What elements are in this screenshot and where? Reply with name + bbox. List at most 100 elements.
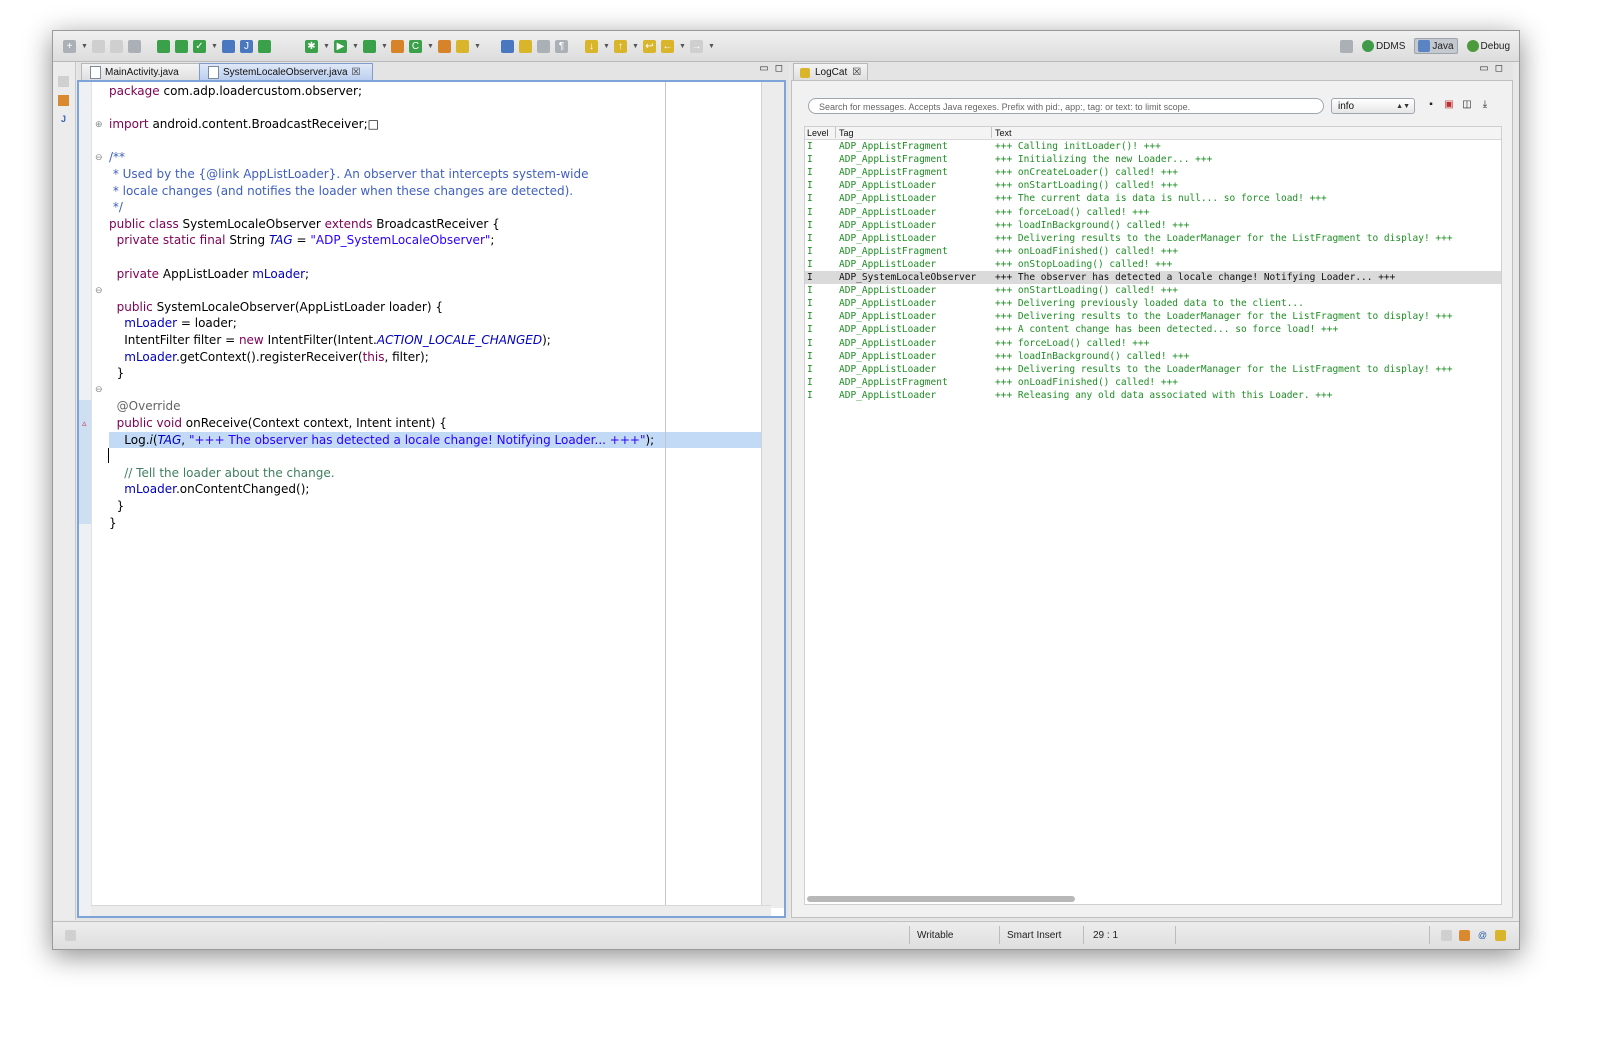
clear-log-icon[interactable]: ▣ (1443, 99, 1455, 111)
package-explorer-icon[interactable] (58, 95, 69, 106)
chevron-down-icon[interactable]: ▼ (81, 40, 88, 53)
chevron-down-icon[interactable]: ▼ (323, 40, 330, 53)
maximize-icon[interactable]: ◻ (775, 63, 783, 74)
code-line[interactable]: } (109, 365, 125, 381)
code-editor[interactable]: ⊕ ⊖ ⊖ ⊖ ▵ package com.adp.loadercustom.o… (77, 80, 786, 918)
fast-view-icon[interactable] (65, 930, 76, 941)
close-icon[interactable]: ☒ (352, 67, 361, 78)
log-row[interactable]: I ADP_SystemLocaleObserver +++ The observe… (805, 271, 1501, 284)
tab-systemlocaleobserver[interactable]: SystemLocaleObserver.java ☒ (199, 63, 373, 81)
column-text[interactable]: Text (995, 127, 1012, 139)
javadoc-icon[interactable]: @ (1477, 930, 1488, 941)
log-row[interactable]: I ADP_AppListLoader +++ Delivering previou… (805, 297, 1501, 310)
block-selection-icon[interactable] (537, 39, 550, 53)
code-line[interactable]: mLoader = loader; (109, 315, 237, 331)
lint-check-icon[interactable] (258, 39, 271, 53)
junit-icon[interactable]: J (58, 114, 69, 125)
horizontal-scrollbar[interactable] (91, 905, 771, 916)
code-line[interactable]: public class SystemLocaleObserver extend… (109, 216, 500, 232)
maximize-icon[interactable]: ◻ (1495, 63, 1503, 74)
code-line[interactable]: * Used by the {@link AppListLoader}. An … (109, 166, 589, 182)
log-row[interactable]: I ADP_AppListLoader +++ loadInBackground()… (805, 350, 1501, 363)
code-line[interactable]: IntentFilter filter = new IntentFilter(I… (109, 332, 551, 348)
log-row[interactable]: I ADP_AppListLoader +++ Releasing any old … (805, 389, 1501, 402)
debug-icon[interactable]: ✱ (305, 39, 318, 53)
logcat-search-input[interactable]: Search for messages. Accepts Java regexe… (808, 98, 1324, 114)
previous-annotation-icon[interactable]: ↑ (614, 39, 627, 53)
column-tag[interactable]: Tag (839, 127, 854, 139)
vertical-scrollbar[interactable] (761, 82, 784, 908)
code-line[interactable]: public SystemLocaleObserver(AppListLoade… (109, 299, 443, 315)
checkbox-task-icon[interactable]: ✓ (193, 39, 206, 53)
show-whitespace-icon[interactable]: ¶ (555, 39, 568, 53)
chevron-down-icon[interactable]: ▼ (632, 40, 639, 53)
log-row[interactable]: I ADP_AppListLoader +++ Delivering results… (805, 232, 1501, 245)
log-row[interactable]: I ADP_AppListLoader +++ loadInBackground()… (805, 219, 1501, 232)
code-line[interactable]: package com.adp.loadercustom.observer; (109, 83, 362, 99)
back-arrow-icon[interactable]: ← (661, 39, 674, 53)
tab-mainactivity[interactable]: MainActivity.java (81, 63, 203, 81)
code-line[interactable]: * locale changes (and notifies the loade… (109, 183, 573, 199)
pin-icon[interactable] (501, 39, 514, 53)
expand-icon[interactable]: ⊕ (95, 119, 103, 130)
log-row[interactable]: I ADP_AppListFragment +++ onLoadFinished()… (805, 376, 1501, 389)
android-avd-manager-icon[interactable] (175, 39, 188, 53)
mark-occurrences-icon[interactable] (519, 39, 532, 53)
last-edit-location-icon[interactable]: ↩ (643, 39, 656, 53)
tab-logcat[interactable]: LogCat ☒ (793, 63, 869, 81)
restore-icon[interactable] (1441, 930, 1452, 941)
collapse-icon[interactable]: ⊖ (95, 384, 103, 395)
chevron-down-icon[interactable]: ▼ (603, 40, 610, 53)
code-line[interactable]: private AppListLoader mLoader; (109, 266, 309, 282)
log-level-select[interactable]: info ▲▼ (1331, 98, 1415, 114)
perspective-debug[interactable]: Debug (1464, 39, 1513, 53)
next-annotation-icon[interactable]: ↓ (585, 39, 598, 53)
code-line[interactable]: /** (109, 149, 125, 165)
code-line[interactable]: */ (109, 199, 123, 215)
minimize-icon[interactable]: ▭ (759, 63, 768, 74)
print-icon[interactable] (128, 39, 141, 53)
open-type-icon[interactable] (438, 39, 451, 53)
new-java-project-icon[interactable] (222, 39, 235, 53)
new-package-icon[interactable] (391, 39, 404, 53)
code-line[interactable]: @Override (109, 398, 181, 414)
collapse-icon[interactable]: ⊖ (95, 152, 103, 163)
code-line[interactable]: public void onReceive(Context context, I… (109, 415, 447, 431)
save-all-icon[interactable] (110, 39, 123, 53)
toggle-filters-icon[interactable]: ◫ (1461, 99, 1473, 111)
chevron-down-icon[interactable]: ▼ (474, 40, 481, 53)
chevron-down-icon[interactable]: ▼ (352, 40, 359, 53)
log-row[interactable]: I ADP_AppListLoader +++ onStartLoading() c… (805, 179, 1501, 192)
log-row[interactable]: I ADP_AppListLoader +++ forceLoad() called… (805, 337, 1501, 350)
code-line[interactable]: mLoader.onContentChanged(); (109, 481, 309, 497)
log-row[interactable]: I ADP_AppListLoader +++ forceLoad() called… (805, 206, 1501, 219)
close-icon[interactable]: ☒ (852, 67, 861, 78)
collapse-icon[interactable]: ⊖ (95, 285, 103, 296)
android-sdk-manager-icon[interactable] (157, 39, 170, 53)
log-row[interactable]: I ADP_AppListFragment +++ Calling initLoad… (805, 140, 1501, 153)
code-line[interactable]: } (109, 515, 117, 531)
save-icon[interactable] (92, 39, 105, 53)
forward-arrow-icon[interactable]: → (690, 39, 703, 53)
open-perspective-icon[interactable] (1339, 39, 1353, 53)
log-row[interactable]: I ADP_AppListLoader +++ The current data i… (805, 192, 1501, 205)
new-class-icon[interactable]: C (409, 39, 422, 53)
chevron-down-icon[interactable]: ▼ (211, 40, 218, 53)
code-line[interactable]: private static final String TAG = "ADP_S… (109, 232, 495, 248)
log-row[interactable]: I ADP_AppListLoader +++ Delivering results… (805, 310, 1501, 323)
code-line[interactable]: mLoader.getContext().registerReceiver(th… (109, 349, 428, 365)
scroll-lock-icon[interactable]: ⤓ (1479, 99, 1491, 111)
code-line[interactable]: // Tell the loader about the change. (109, 465, 334, 481)
new-junit-icon[interactable]: J (240, 39, 253, 53)
code-line[interactable]: } (109, 498, 125, 514)
chevron-down-icon[interactable]: ▼ (679, 40, 686, 53)
perspective-java[interactable]: Java (1414, 38, 1458, 54)
declaration-icon[interactable] (1495, 930, 1506, 941)
chevron-down-icon[interactable]: ▼ (427, 40, 434, 53)
external-tools-icon[interactable] (363, 39, 376, 53)
log-row[interactable]: I ADP_AppListFragment +++ onCreateLoader()… (805, 166, 1501, 179)
new-icon[interactable]: + (63, 39, 76, 53)
log-row[interactable]: I ADP_AppListLoader +++ A content change h… (805, 323, 1501, 336)
problems-icon[interactable] (1459, 930, 1470, 941)
log-row[interactable]: I ADP_AppListLoader +++ onStopLoading() ca… (805, 258, 1501, 271)
